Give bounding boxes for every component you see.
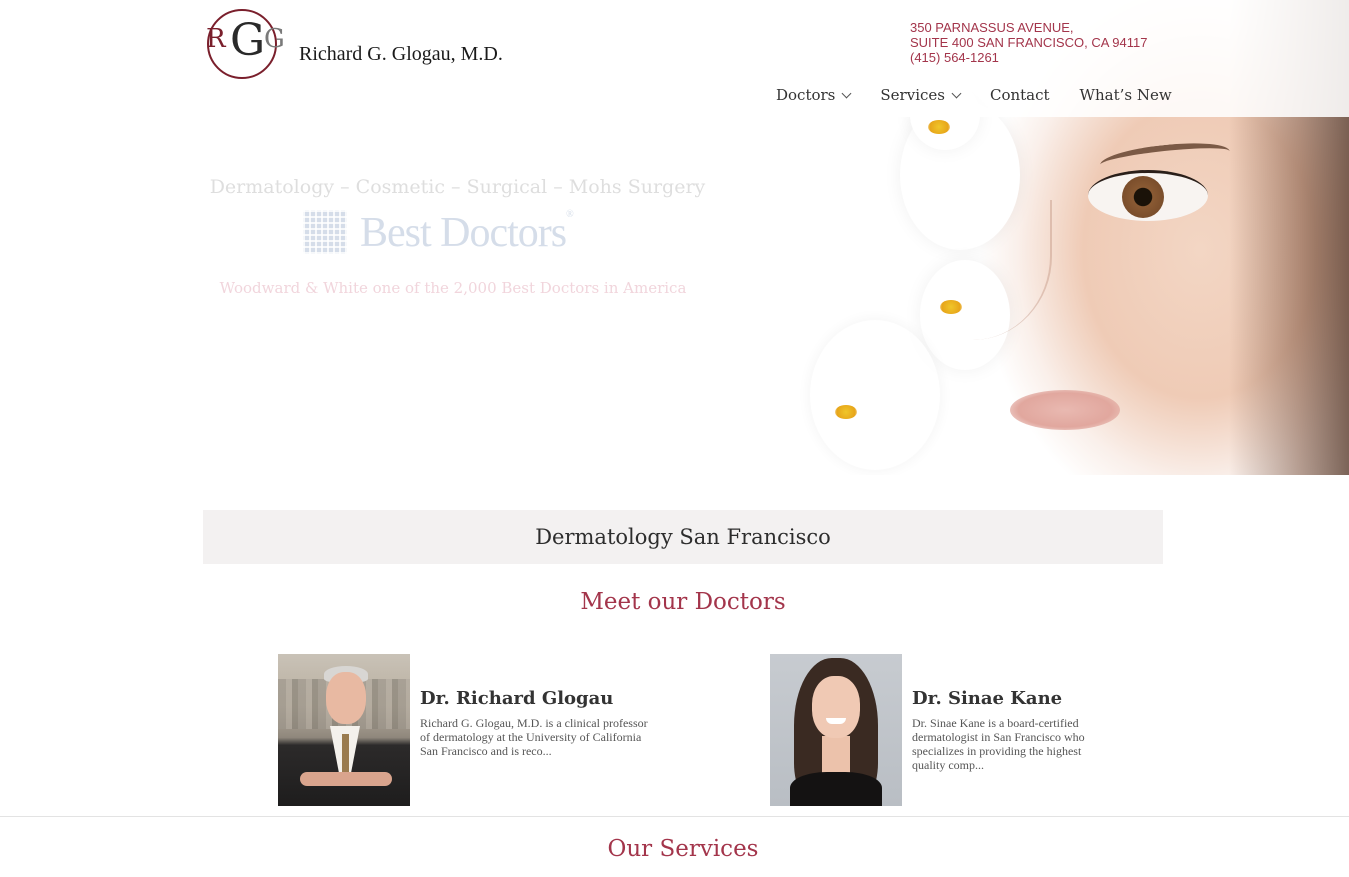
hero-iris bbox=[1122, 176, 1164, 218]
nav-item-contact[interactable]: Contact bbox=[990, 86, 1050, 104]
doctor-name-link[interactable]: Dr. Sinae Kane bbox=[912, 688, 1062, 709]
brand-name: Richard G. Glogau, M.D. bbox=[299, 43, 503, 65]
nav-label: What’s New bbox=[1079, 86, 1172, 104]
hero-nose bbox=[920, 200, 1052, 340]
registered-mark: ® bbox=[566, 209, 574, 220]
best-doctors-wordmark: Best Doctors bbox=[360, 210, 567, 256]
nav-item-whats-new[interactable]: What’s New bbox=[1080, 86, 1172, 104]
orchid-petal bbox=[810, 320, 940, 470]
nav-label: Services bbox=[880, 86, 945, 104]
page-title: Dermatology San Francisco bbox=[535, 525, 831, 549]
logo-letter-g: G bbox=[230, 15, 266, 66]
contact-address: 350 PARNASSUS AVENUE, SUITE 400 SAN FRAN… bbox=[910, 20, 1147, 65]
doctor-smile bbox=[826, 718, 846, 724]
hero-lips bbox=[1010, 390, 1120, 430]
doctor-photo-glogau[interactable] bbox=[278, 654, 410, 806]
doctor-face bbox=[812, 676, 860, 738]
address-line-2: SUITE 400 SAN FRANCISCO, CA 94117 bbox=[910, 35, 1148, 50]
nav-label: Doctors bbox=[776, 86, 836, 104]
doctor-top bbox=[790, 772, 882, 806]
doctor-neck bbox=[822, 736, 850, 776]
nav-label: Contact bbox=[989, 86, 1050, 104]
logo-letter-r: R bbox=[206, 24, 226, 54]
orchid-pistil bbox=[835, 405, 857, 419]
best-doctors-logo-icon bbox=[303, 210, 347, 254]
main-nav: Doctors Services Contact What’s New bbox=[776, 86, 1202, 104]
orchid-pistil bbox=[928, 120, 950, 134]
hero-subtitle: Dermatology – Cosmetic – Surgical – Mohs… bbox=[209, 176, 706, 198]
page-title-banner: Dermatology San Francisco bbox=[203, 510, 1163, 564]
doctor-name-link[interactable]: Dr. Richard Glogau bbox=[420, 688, 613, 709]
doctor-description: Richard G. Glogau, M.D. is a clinical pr… bbox=[420, 716, 648, 758]
doctor-hands bbox=[300, 772, 392, 786]
chevron-down-icon bbox=[841, 88, 852, 98]
hero-tagline: Woodward & White one of the 2,000 Best D… bbox=[219, 279, 687, 297]
section-divider bbox=[0, 816, 1349, 817]
doctor-tie bbox=[342, 734, 349, 772]
logo-letter-g-small: G bbox=[264, 24, 285, 54]
phone-number[interactable]: (415) 564-1261 bbox=[910, 50, 1147, 65]
nav-item-services[interactable]: Services bbox=[880, 86, 962, 104]
nav-item-doctors[interactable]: Doctors bbox=[776, 86, 852, 104]
chevron-down-icon bbox=[951, 88, 962, 98]
address-line-1: 350 PARNASSUS AVENUE, bbox=[910, 20, 1074, 35]
doctors-heading: Meet our Doctors bbox=[580, 589, 786, 615]
doctor-face bbox=[326, 672, 366, 724]
doctor-description: Dr. Sinae Kane is a board-certified derm… bbox=[912, 716, 1085, 772]
best-doctors-logo-text: Best Doctors® bbox=[360, 209, 574, 257]
services-heading: Our Services bbox=[607, 836, 759, 862]
doctor-photo-kane[interactable] bbox=[770, 654, 902, 806]
